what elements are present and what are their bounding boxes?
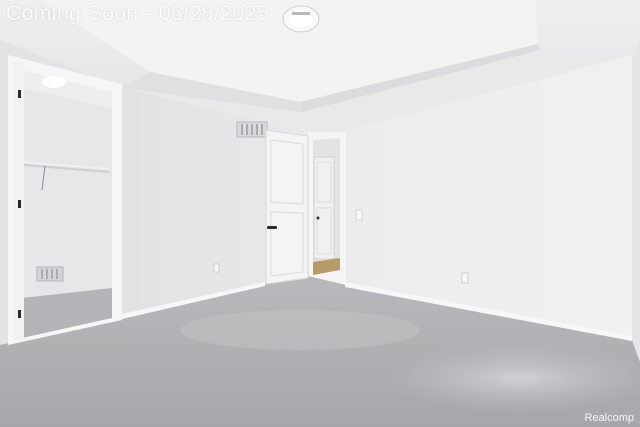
light-switch: [355, 209, 363, 221]
bedroom-scene: [0, 0, 640, 427]
bedroom-door: [265, 129, 309, 285]
right-edge-wall: [632, 40, 640, 362]
room-photo: Coming Soon - 06/28/2025 Realcomp: [0, 0, 640, 427]
closet-light: [42, 76, 66, 88]
outlet-right: [461, 272, 469, 284]
coming-soon-banner: Coming Soon - 06/28/2025: [6, 2, 270, 25]
outlet-left: [213, 263, 220, 273]
realcomp-watermark: Realcomp: [584, 412, 634, 424]
closet-vent: [36, 266, 64, 282]
